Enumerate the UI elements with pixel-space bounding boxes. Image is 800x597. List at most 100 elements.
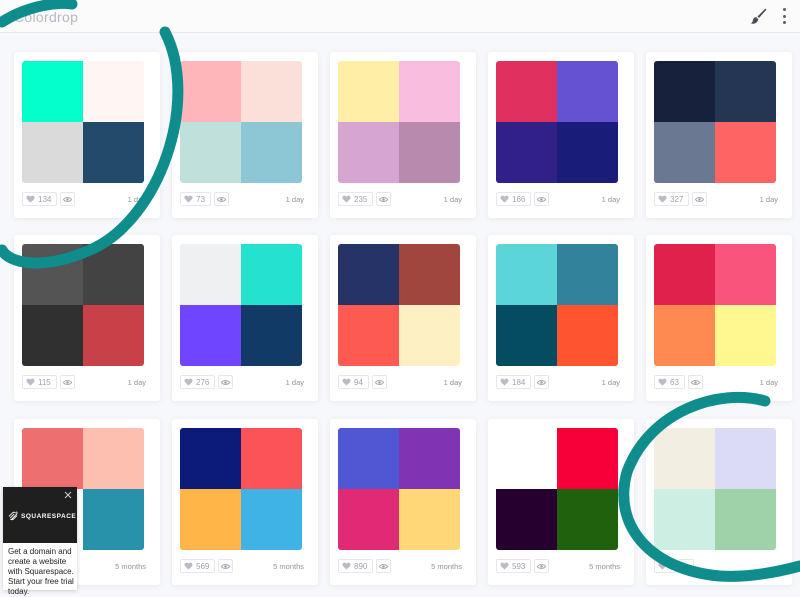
- palette-swatches[interactable]: [180, 428, 302, 550]
- color-swatch[interactable]: [22, 61, 83, 122]
- color-swatch[interactable]: [715, 489, 776, 550]
- like-button[interactable]: 94: [338, 375, 369, 389]
- palette-card[interactable]: 569 5 months: [172, 419, 318, 585]
- color-swatch[interactable]: [399, 61, 460, 122]
- like-button[interactable]: 235: [338, 192, 374, 206]
- palette-swatches[interactable]: [654, 244, 776, 366]
- like-button[interactable]: 890: [338, 559, 374, 573]
- view-button[interactable]: [534, 559, 550, 573]
- more-vertical-icon[interactable]: [778, 6, 790, 26]
- squarespace-ad[interactable]: SQUARESPACE Get a domain and create a we…: [3, 487, 77, 596]
- ad-body-text[interactable]: Get a domain and create a website with S…: [3, 543, 77, 597]
- color-swatch[interactable]: [399, 428, 460, 489]
- color-swatch[interactable]: [338, 305, 399, 366]
- like-button[interactable]: 115: [22, 375, 57, 389]
- view-button[interactable]: [213, 192, 229, 206]
- palette-card[interactable]: 184 1 day: [488, 235, 634, 401]
- palette-card[interactable]: 94 1 day: [330, 235, 476, 401]
- color-swatch[interactable]: [399, 244, 460, 305]
- palette-swatches[interactable]: [180, 61, 302, 183]
- color-swatch[interactable]: [399, 489, 460, 550]
- color-swatch[interactable]: [557, 489, 618, 550]
- app-title[interactable]: Colordrop: [14, 9, 78, 25]
- color-swatch[interactable]: [496, 489, 557, 550]
- paintbrush-icon[interactable]: [748, 6, 768, 26]
- color-swatch[interactable]: [338, 244, 399, 305]
- palette-card[interactable]: 276 1 day: [172, 235, 318, 401]
- palette-card[interactable]: 63 1 day: [646, 235, 792, 401]
- color-swatch[interactable]: [83, 305, 144, 366]
- view-button[interactable]: [679, 559, 694, 573]
- color-swatch[interactable]: [496, 428, 557, 489]
- color-swatch[interactable]: [654, 122, 715, 183]
- color-swatch[interactable]: [715, 428, 776, 489]
- color-swatch[interactable]: [496, 244, 557, 305]
- view-button[interactable]: [534, 192, 550, 206]
- view-button[interactable]: [59, 375, 75, 389]
- color-swatch[interactable]: [557, 428, 618, 489]
- like-button[interactable]: [654, 559, 676, 573]
- view-button[interactable]: [218, 375, 234, 389]
- color-swatch[interactable]: [715, 122, 776, 183]
- like-button[interactable]: 327: [654, 192, 690, 206]
- color-swatch[interactable]: [241, 428, 302, 489]
- view-button[interactable]: [692, 192, 708, 206]
- color-swatch[interactable]: [557, 305, 618, 366]
- palette-swatches[interactable]: [338, 244, 460, 366]
- palette-card[interactable]: 73 1 day: [172, 52, 318, 218]
- like-button[interactable]: 63: [654, 375, 685, 389]
- like-button[interactable]: 166: [496, 192, 532, 206]
- color-swatch[interactable]: [399, 305, 460, 366]
- color-swatch[interactable]: [654, 305, 715, 366]
- color-swatch[interactable]: [338, 489, 399, 550]
- view-button[interactable]: [376, 192, 392, 206]
- palette-swatches[interactable]: [22, 244, 144, 366]
- color-swatch[interactable]: [180, 61, 241, 122]
- palette-card[interactable]: 115 1 day: [14, 235, 160, 401]
- like-button[interactable]: 276: [180, 375, 216, 389]
- color-swatch[interactable]: [22, 122, 83, 183]
- color-swatch[interactable]: [241, 489, 302, 550]
- palette-swatches[interactable]: [496, 244, 618, 366]
- like-button[interactable]: 593: [496, 559, 532, 573]
- palette-swatches[interactable]: [338, 428, 460, 550]
- color-swatch[interactable]: [180, 489, 241, 550]
- color-swatch[interactable]: [338, 122, 399, 183]
- color-swatch[interactable]: [557, 61, 618, 122]
- color-swatch[interactable]: [83, 244, 144, 305]
- color-swatch[interactable]: [22, 244, 83, 305]
- view-button[interactable]: [371, 375, 387, 389]
- color-swatch[interactable]: [180, 244, 241, 305]
- palette-card[interactable]: 890 5 months: [330, 419, 476, 585]
- color-swatch[interactable]: [241, 305, 302, 366]
- color-swatch[interactable]: [399, 122, 460, 183]
- palette-swatches[interactable]: [22, 61, 144, 183]
- palette-swatches[interactable]: [654, 61, 776, 183]
- view-button[interactable]: [687, 375, 703, 389]
- color-swatch[interactable]: [180, 305, 241, 366]
- color-swatch[interactable]: [22, 428, 83, 489]
- color-swatch[interactable]: [83, 61, 144, 122]
- view-button[interactable]: [60, 192, 76, 206]
- color-swatch[interactable]: [241, 244, 302, 305]
- color-swatch[interactable]: [715, 61, 776, 122]
- color-swatch[interactable]: [557, 244, 618, 305]
- view-button[interactable]: [218, 559, 234, 573]
- color-swatch[interactable]: [22, 305, 83, 366]
- color-swatch[interactable]: [241, 61, 302, 122]
- color-swatch[interactable]: [496, 122, 557, 183]
- color-swatch[interactable]: [83, 489, 144, 550]
- color-swatch[interactable]: [338, 428, 399, 489]
- color-swatch[interactable]: [654, 61, 715, 122]
- like-button[interactable]: 134: [22, 192, 58, 206]
- palette-card[interactable]: 235 1 day: [330, 52, 476, 218]
- view-button[interactable]: [534, 375, 550, 389]
- palette-swatches[interactable]: [338, 61, 460, 183]
- color-swatch[interactable]: [180, 122, 241, 183]
- palette-card[interactable]: 166 1 day: [488, 52, 634, 218]
- color-swatch[interactable]: [496, 61, 557, 122]
- palette-card[interactable]: [646, 419, 792, 585]
- color-swatch[interactable]: [496, 305, 557, 366]
- palette-swatches[interactable]: [496, 428, 618, 550]
- palette-card[interactable]: 593 5 months: [488, 419, 634, 585]
